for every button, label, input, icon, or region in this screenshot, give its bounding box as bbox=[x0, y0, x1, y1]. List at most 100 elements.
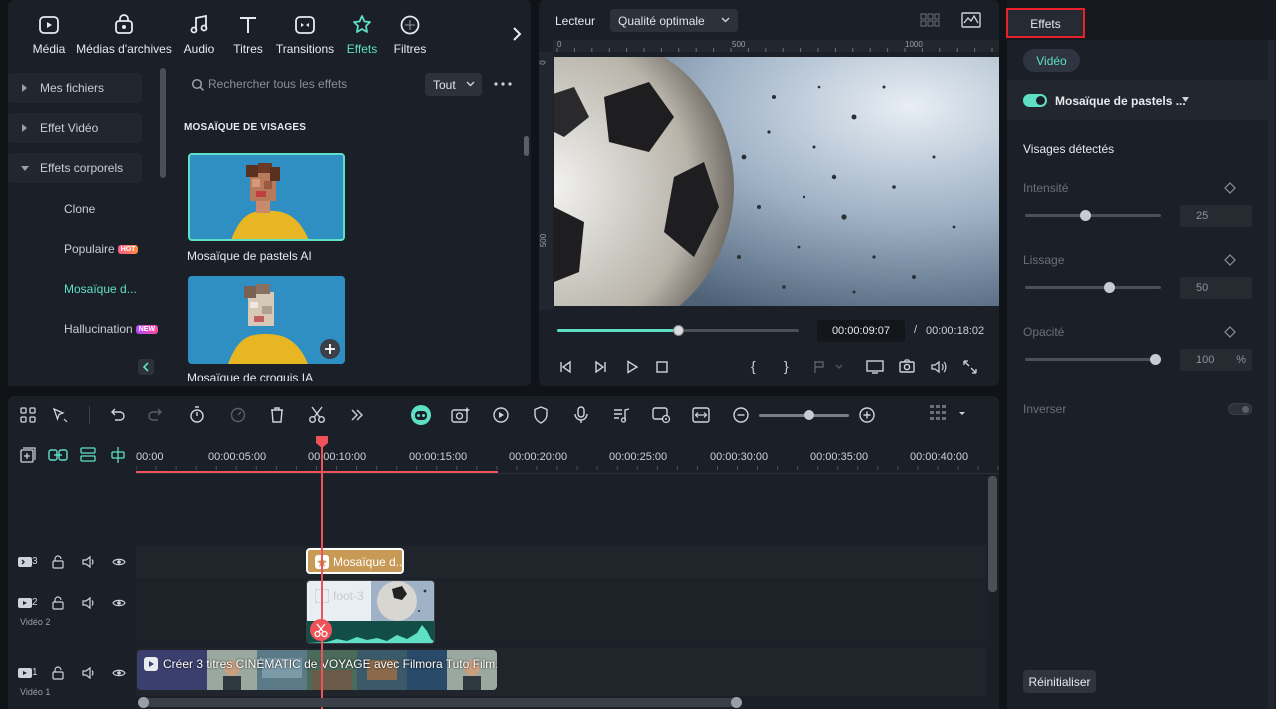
mask-shield-icon[interactable] bbox=[533, 406, 549, 424]
volume-icon[interactable] bbox=[931, 360, 947, 374]
play-icon[interactable] bbox=[625, 360, 639, 374]
tabs-next-arrow[interactable] bbox=[512, 26, 522, 42]
reset-button[interactable]: Réinitialiser bbox=[1023, 670, 1096, 693]
sidebar-subitem-face-mosaic[interactable]: Mosaïque d... bbox=[64, 282, 137, 296]
keyframe-diamond-icon[interactable] bbox=[1224, 326, 1236, 338]
sidebar-subitem-hallucination[interactable]: Hallucination NEW bbox=[64, 322, 159, 336]
snap-magnet-icon[interactable] bbox=[110, 446, 126, 464]
track-stack-icon[interactable] bbox=[80, 447, 96, 463]
display-icon[interactable] bbox=[866, 360, 884, 374]
intensity-slider[interactable] bbox=[1025, 210, 1161, 221]
tab-audio[interactable]: Audio bbox=[180, 0, 218, 60]
effect-enable-toggle[interactable] bbox=[1023, 94, 1047, 107]
zoom-in-icon[interactable] bbox=[859, 407, 875, 423]
properties-scrollbar[interactable] bbox=[1268, 40, 1274, 709]
mark-in-button[interactable]: { bbox=[751, 358, 756, 374]
lock-icon[interactable] bbox=[52, 555, 64, 569]
opacity-slider-knob[interactable] bbox=[1150, 354, 1161, 365]
tab-transitions[interactable]: Transitions bbox=[276, 0, 334, 60]
search-input[interactable] bbox=[208, 74, 418, 94]
audio-mixer-icon[interactable] bbox=[612, 406, 630, 424]
snapshot-camera-icon[interactable] bbox=[899, 359, 915, 373]
auto-speed-icon[interactable] bbox=[229, 406, 247, 424]
intensity-value-field[interactable]: 25 bbox=[1180, 205, 1252, 227]
fit-timeline-icon[interactable] bbox=[692, 406, 710, 424]
timeline-ruler[interactable]: 00:00 00:00:05:00 00:00:10:00 00:00:15:0… bbox=[136, 436, 999, 474]
waveform-monitor-icon[interactable] bbox=[961, 12, 981, 28]
sidebar-subitem-popular[interactable]: Populaire HOT bbox=[64, 242, 139, 256]
tab-media[interactable]: Média bbox=[28, 0, 70, 60]
opacity-value-field[interactable]: 100% bbox=[1180, 349, 1252, 371]
opacity-slider[interactable] bbox=[1025, 354, 1161, 365]
current-time-field[interactable]: 00:00:09:07 bbox=[817, 320, 905, 342]
motion-tracking-icon[interactable] bbox=[492, 406, 510, 424]
timeline-zoom-knob[interactable] bbox=[803, 410, 814, 420]
eye-icon[interactable] bbox=[112, 667, 126, 679]
effect-expand-icon[interactable] bbox=[1182, 97, 1189, 102]
speaker-icon[interactable] bbox=[82, 666, 96, 680]
lock-icon[interactable] bbox=[52, 596, 64, 610]
eye-icon[interactable] bbox=[112, 597, 126, 609]
timeline-zoom-slider[interactable] bbox=[759, 410, 849, 420]
tab-titles[interactable]: Titres bbox=[230, 0, 266, 60]
add-effect-button[interactable] bbox=[320, 339, 340, 359]
scene-detect-icon[interactable] bbox=[652, 406, 672, 424]
grid-view-icon[interactable] bbox=[920, 13, 940, 27]
split-scissors-icon[interactable] bbox=[308, 406, 326, 424]
undo-icon[interactable] bbox=[109, 408, 125, 422]
smoothing-value-field[interactable]: 50 bbox=[1180, 277, 1252, 299]
work-area-bar[interactable] bbox=[136, 471, 498, 473]
sidebar-subitem-clone[interactable]: Clone bbox=[64, 202, 95, 216]
quality-dropdown[interactable]: Qualité optimale bbox=[610, 9, 738, 32]
smoothing-slider[interactable] bbox=[1025, 282, 1161, 293]
timeline-vertical-scrollbar[interactable] bbox=[988, 476, 997, 592]
sidebar-scrollbar[interactable] bbox=[160, 68, 166, 178]
tab-effects-properties[interactable]: Effets bbox=[1006, 8, 1085, 38]
video1-clip[interactable]: Créer 3 titres CINÉMATIC de VOYAGE avec … bbox=[137, 650, 497, 690]
timeline-horizontal-scrollbar[interactable] bbox=[138, 697, 742, 708]
playhead-split-button[interactable] bbox=[310, 619, 332, 641]
keyframe-diamond-icon[interactable] bbox=[1224, 254, 1236, 266]
tab-effects[interactable]: Effets bbox=[344, 0, 380, 60]
next-frame-icon[interactable] bbox=[593, 360, 607, 374]
speaker-icon[interactable] bbox=[82, 596, 96, 610]
playback-progress-track[interactable] bbox=[557, 325, 799, 336]
keyframe-diamond-icon[interactable] bbox=[1224, 182, 1236, 194]
timeline-layout-icon[interactable] bbox=[930, 404, 966, 424]
library-scrollbar[interactable] bbox=[524, 136, 529, 156]
marker-icon[interactable] bbox=[813, 360, 843, 374]
fullscreen-icon[interactable] bbox=[963, 360, 977, 374]
effect-thumbnail-pastel[interactable] bbox=[188, 153, 345, 241]
more-tools-icon[interactable] bbox=[350, 408, 364, 422]
zoom-out-icon[interactable] bbox=[733, 407, 749, 423]
previous-frame-icon[interactable] bbox=[559, 360, 573, 374]
more-options-icon[interactable] bbox=[494, 82, 512, 86]
layout-grid-icon[interactable] bbox=[20, 407, 36, 423]
eye-icon[interactable] bbox=[112, 556, 126, 568]
sidebar-collapse-button[interactable] bbox=[138, 359, 154, 375]
speaker-icon[interactable] bbox=[82, 555, 96, 569]
tab-stock[interactable]: Médias d'archives bbox=[76, 0, 172, 60]
lock-icon[interactable] bbox=[52, 666, 64, 680]
tab-filters[interactable]: Filtres bbox=[392, 0, 428, 60]
stop-icon[interactable] bbox=[656, 361, 668, 373]
ai-sticker-icon[interactable] bbox=[451, 406, 471, 424]
playhead-handle[interactable] bbox=[316, 436, 328, 448]
effect-thumbnail-sketch[interactable] bbox=[188, 276, 345, 364]
add-track-icon[interactable] bbox=[20, 447, 36, 463]
sidebar-item-my-files[interactable]: Mes fichiers bbox=[8, 73, 142, 103]
sidebar-item-video-effect[interactable]: Effet Vidéo bbox=[8, 113, 142, 143]
playhead-line[interactable] bbox=[321, 444, 323, 709]
subtab-video[interactable]: Vidéo bbox=[1023, 49, 1080, 72]
redo-icon[interactable] bbox=[148, 408, 164, 422]
filter-dropdown[interactable]: Tout bbox=[425, 73, 482, 96]
speed-timer-icon[interactable] bbox=[189, 406, 205, 424]
invert-toggle[interactable] bbox=[1228, 403, 1252, 415]
sidebar-item-body-effects[interactable]: Effets corporels bbox=[8, 153, 142, 183]
link-clips-icon[interactable] bbox=[48, 447, 68, 463]
video-preview[interactable] bbox=[554, 57, 999, 306]
smoothing-slider-knob[interactable] bbox=[1103, 282, 1115, 293]
microphone-icon[interactable] bbox=[573, 406, 589, 424]
mark-out-button[interactable]: } bbox=[784, 358, 789, 374]
delete-trash-icon[interactable] bbox=[269, 406, 285, 424]
